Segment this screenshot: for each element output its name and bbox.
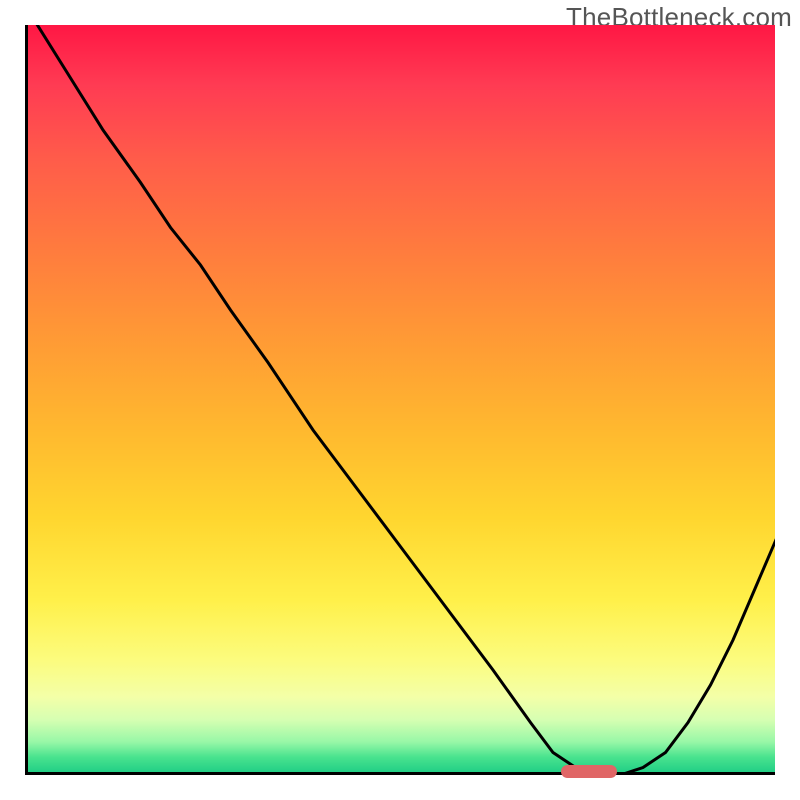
plot-area	[25, 25, 775, 775]
curve-layer	[28, 25, 775, 772]
bottleneck-curve	[28, 25, 775, 775]
optimal-marker	[561, 765, 617, 778]
curve-svg	[28, 25, 775, 775]
chart-container: TheBottleneck.com	[0, 0, 800, 800]
